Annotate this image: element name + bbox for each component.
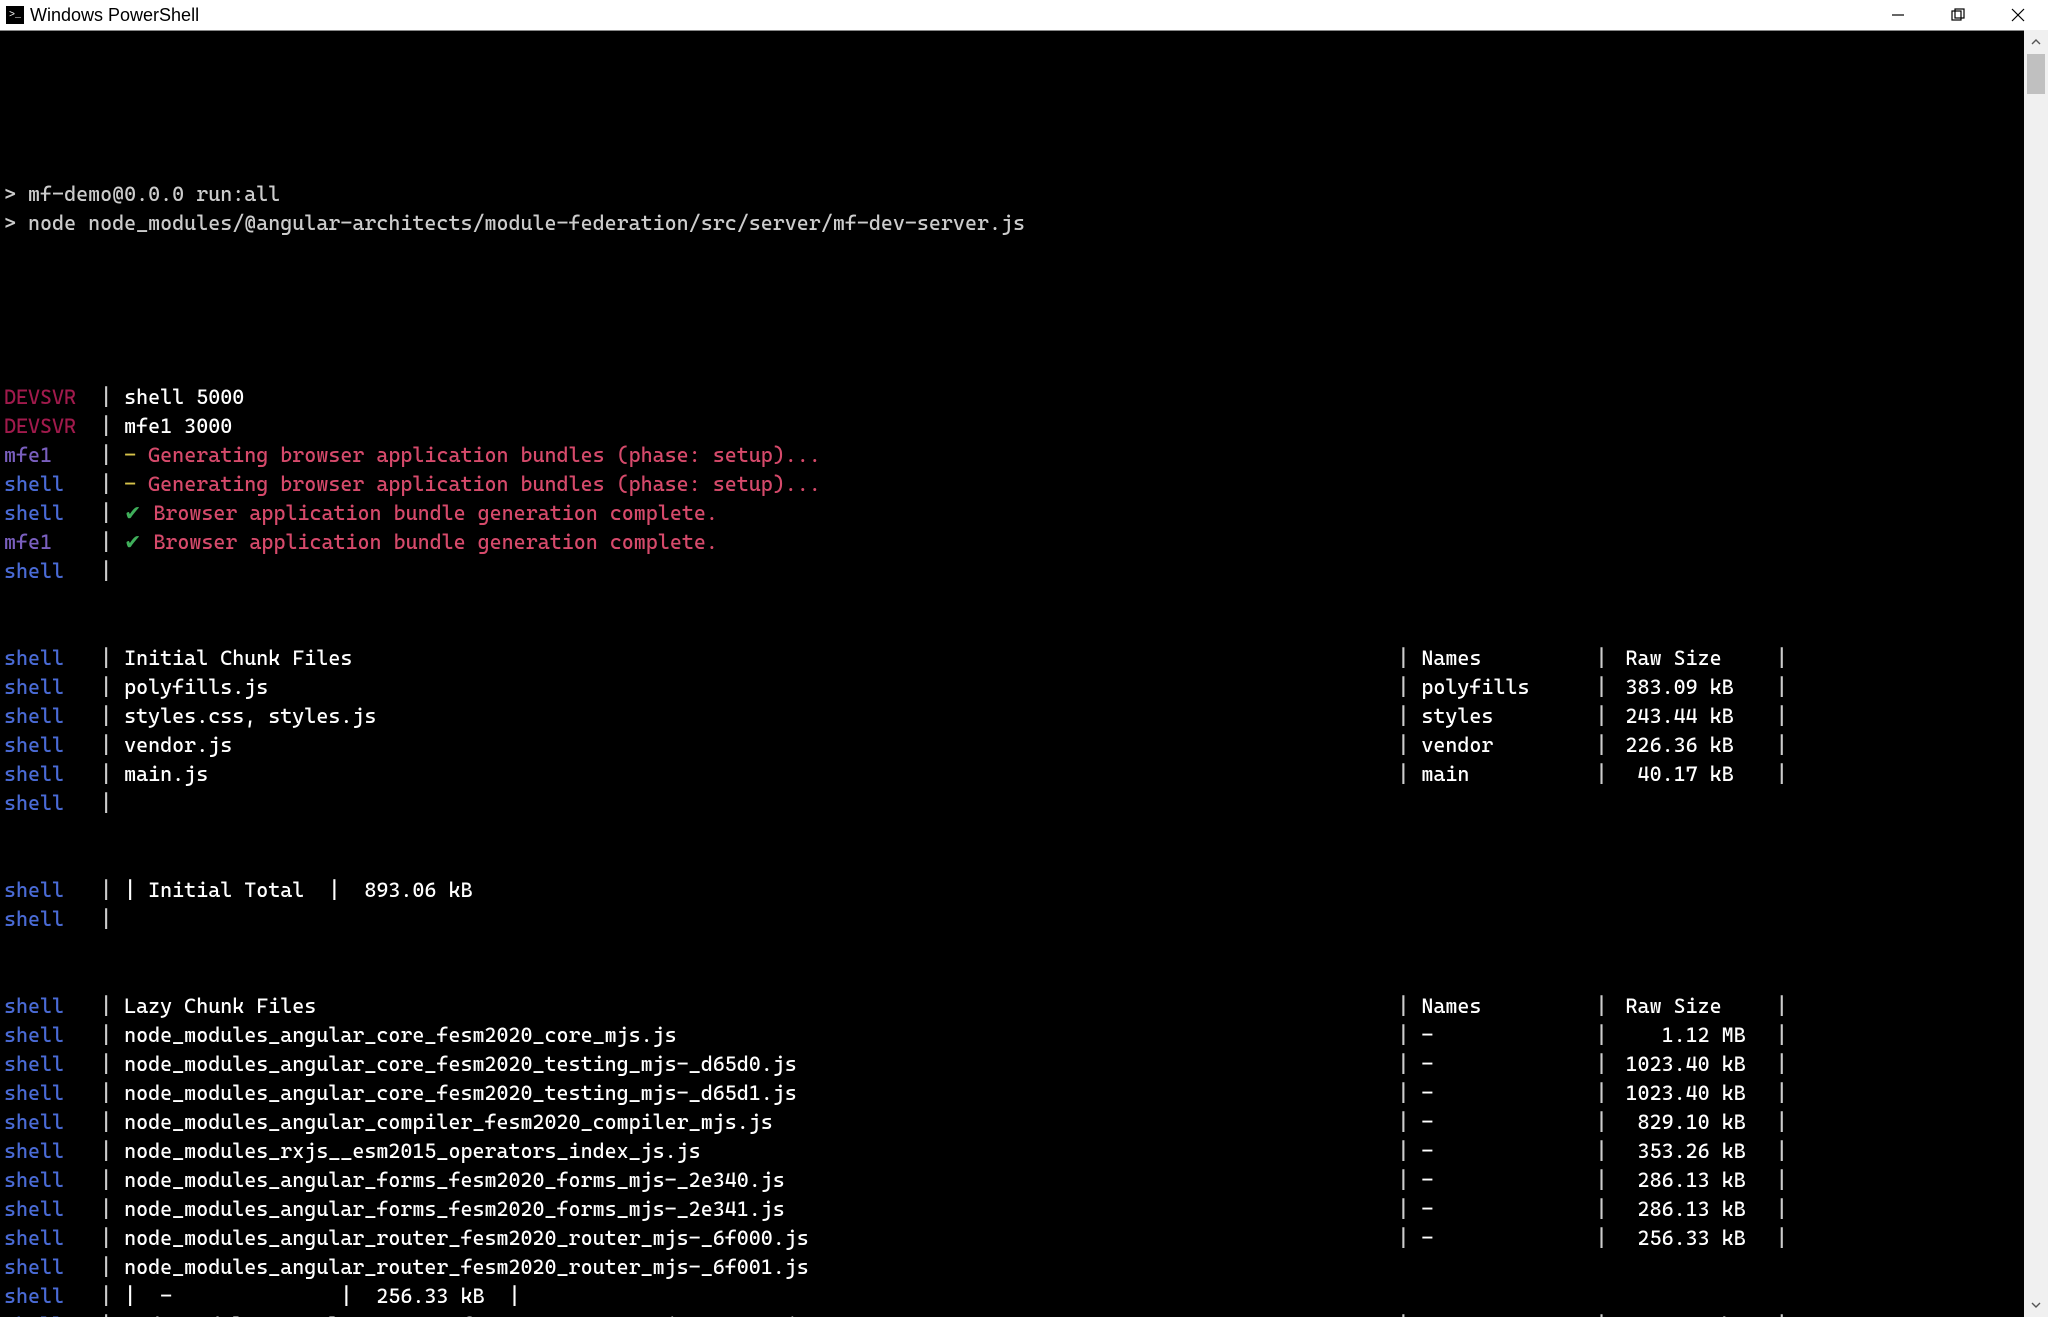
- log-line: shell | node_modules_angular_router_fesm…: [4, 1224, 2044, 1253]
- close-icon: [2011, 8, 2025, 22]
- log-line: shell |: [4, 557, 2044, 586]
- log-line: shell | Initial Chunk Files | Names |Raw…: [4, 644, 2044, 673]
- log-line: shell | node_modules_angular_core_fesm20…: [4, 1079, 2044, 1108]
- log-line: shell | vendor.js | vendor |226.36 kB |: [4, 731, 2044, 760]
- log-line: shell |: [4, 905, 2044, 934]
- log-line: shell | | - | 256.33 kB |: [4, 1282, 2044, 1311]
- log-line: shell | node_modules_angular_core_fesm20…: [4, 1050, 2044, 1079]
- log-line: mfe1 | ✔ Browser application bundle gene…: [4, 528, 2044, 557]
- close-button[interactable]: [1988, 0, 2048, 30]
- blank-line: [4, 93, 2044, 122]
- log-line: shell | node_modules_rxjs__esm2015_opera…: [4, 1137, 2044, 1166]
- log-line: shell | ✔ Browser application bundle gen…: [4, 499, 2044, 528]
- log-line: shell | - Generating browser application…: [4, 470, 2044, 499]
- log-line: shell | | Initial Total | 893.06 kB: [4, 876, 2044, 905]
- log-line: shell | polyfills.js | polyfills |383.09…: [4, 673, 2044, 702]
- log-line: shell | node_modules_angular_forms_fesm2…: [4, 1195, 2044, 1224]
- maximize-button[interactable]: [1928, 0, 1988, 30]
- minimize-button[interactable]: [1868, 0, 1928, 30]
- log-line: shell | node_modules_angular_compiler_fe…: [4, 1108, 2044, 1137]
- log-line: shell | node_modules_angular_router_fesm…: [4, 1253, 2044, 1282]
- minimize-icon: [1891, 8, 1905, 22]
- powershell-icon: >_: [6, 6, 24, 24]
- prompt-line: > mf-demo@0.0.0 run:all: [4, 180, 2044, 209]
- log-line: shell | main.js | main | 40.17 kB |: [4, 760, 2044, 789]
- log-line: DEVSVR | mfe1 3000: [4, 412, 2044, 441]
- log-line: shell | node_modules_angular_forms_fesm2…: [4, 1166, 2044, 1195]
- scroll-up-icon[interactable]: [2024, 30, 2048, 54]
- window-titlebar: >_ Windows PowerShell: [0, 0, 2048, 31]
- log-line: shell | styles.css, styles.js | styles |…: [4, 702, 2044, 731]
- maximize-icon: [1951, 8, 1965, 22]
- vertical-scrollbar[interactable]: [2024, 30, 2048, 1317]
- log-line: mfe1 | - Generating browser application …: [4, 441, 2044, 470]
- prompt-line: > node node_modules/@angular-architects/…: [4, 209, 2044, 238]
- log-line: shell | node_modules_angular_core_fesm20…: [4, 1021, 2044, 1050]
- window-title: Windows PowerShell: [30, 5, 199, 26]
- log-line: shell | Lazy Chunk Files | Names |Raw Si…: [4, 992, 2044, 1021]
- log-line: shell | node_modules_angular_common_fesm…: [4, 1311, 2044, 1317]
- scroll-track[interactable]: [2024, 54, 2048, 1293]
- scroll-down-icon[interactable]: [2024, 1293, 2048, 1317]
- scroll-thumb[interactable]: [2027, 54, 2045, 94]
- terminal-output[interactable]: > mf-demo@0.0.0 run:all> node node_modul…: [0, 31, 2048, 1317]
- log-line: DEVSVR | shell 5000: [4, 383, 2044, 412]
- log-line: shell |: [4, 789, 2044, 818]
- blank-line: [4, 296, 2044, 325]
